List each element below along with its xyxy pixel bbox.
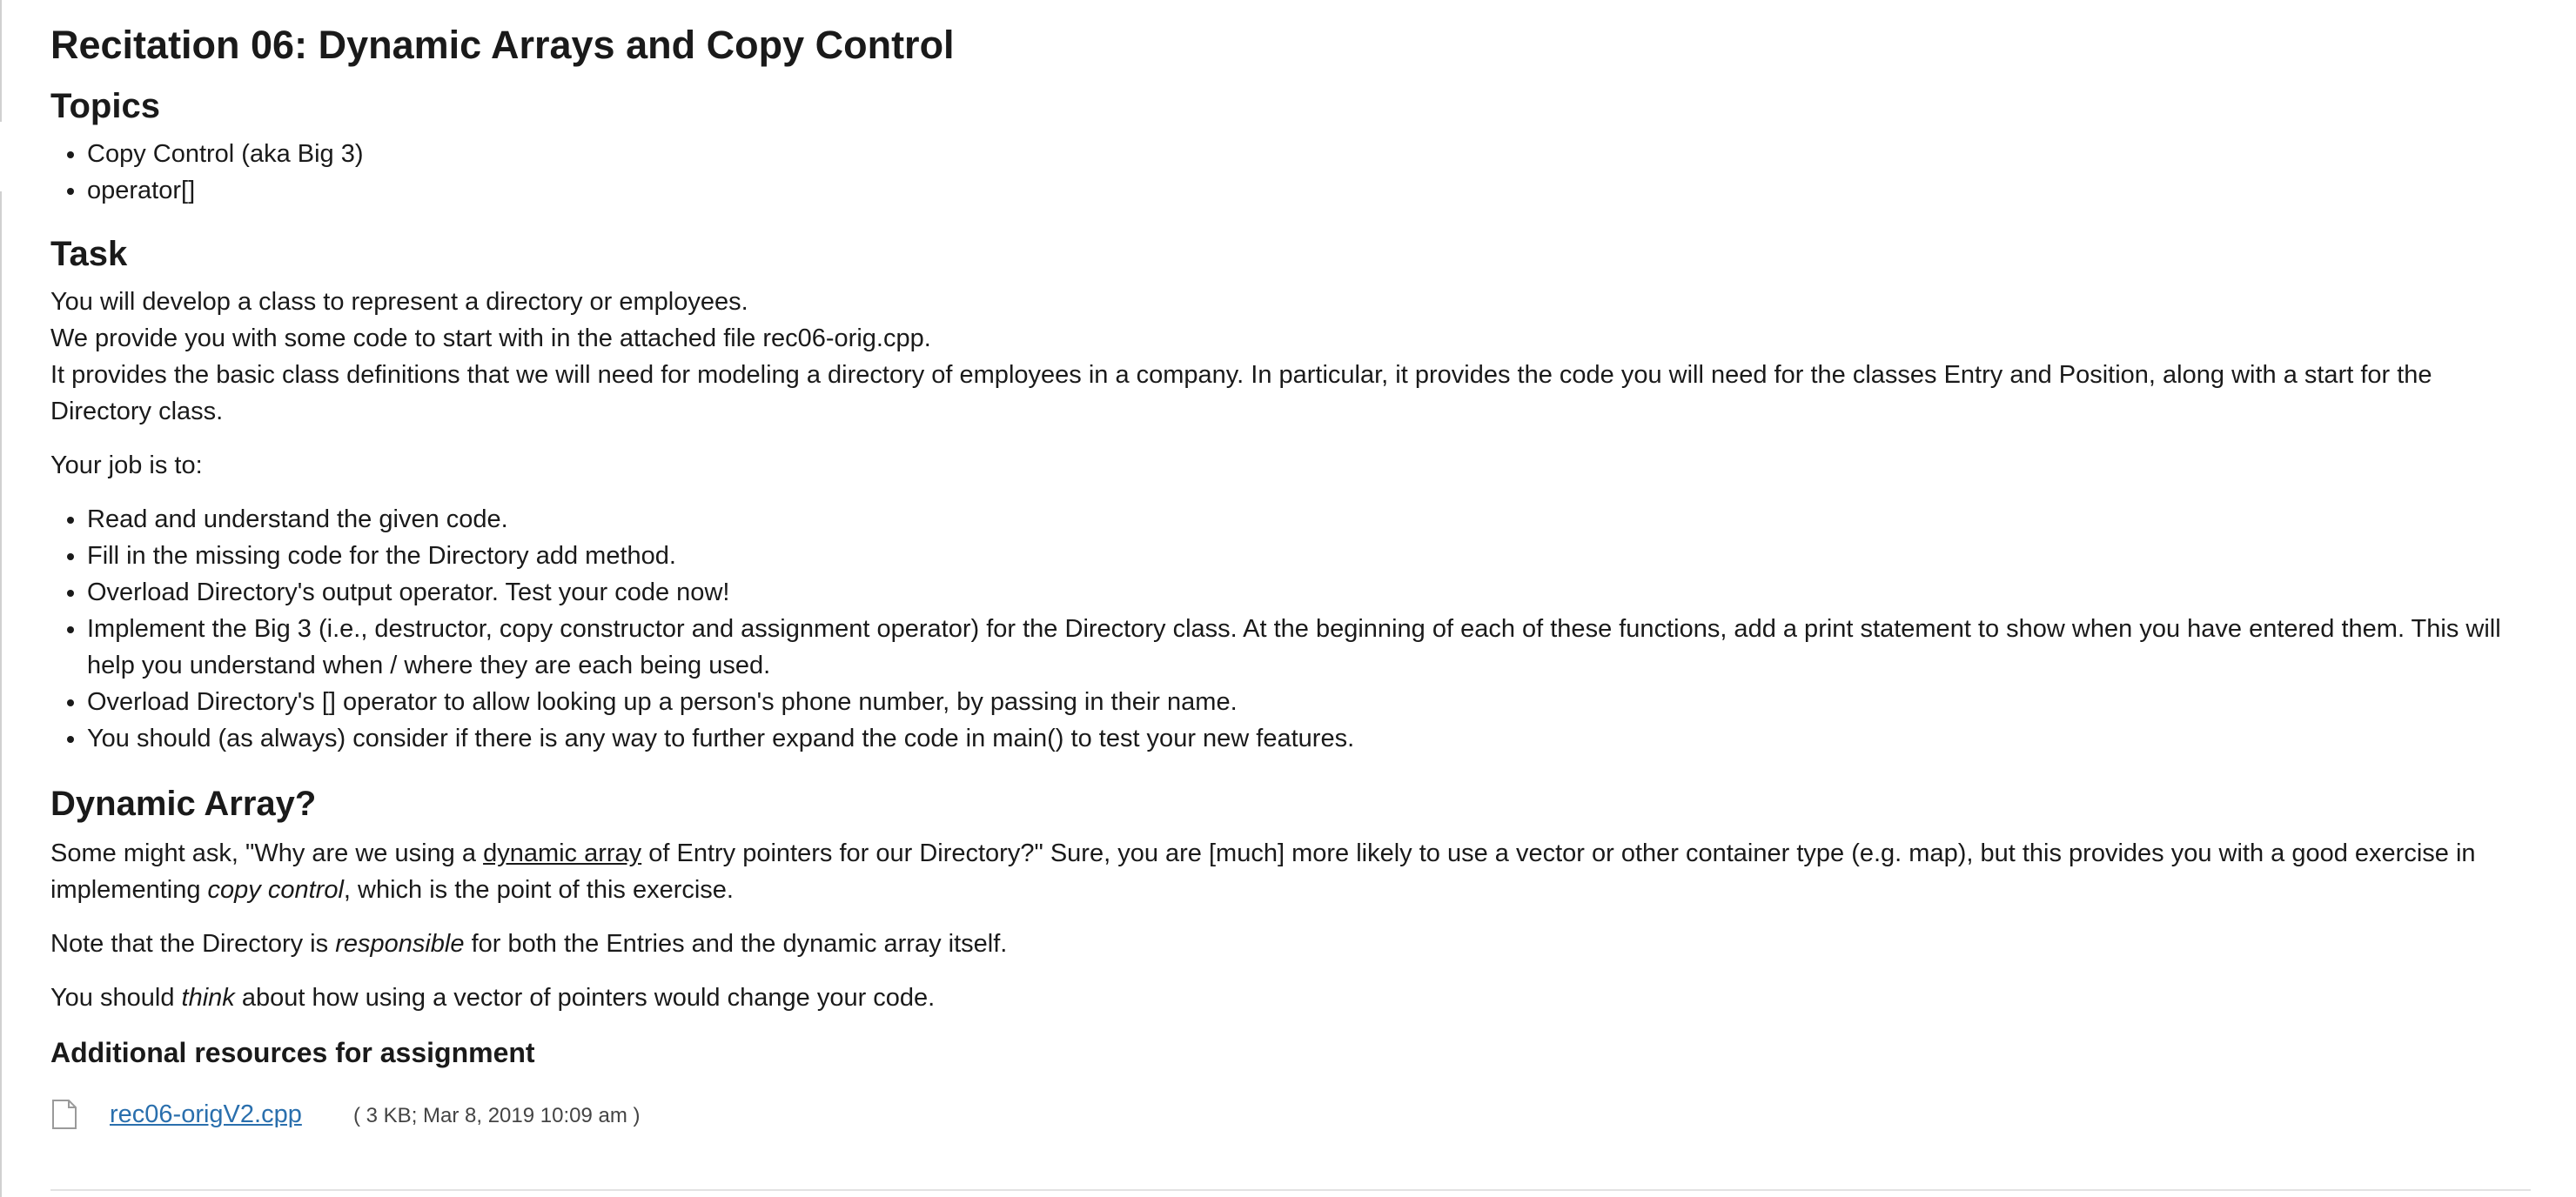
left-border-bottom (0, 191, 2, 1197)
task-intro-line: We provide you with some code to start w… (50, 324, 931, 352)
paragraph-text: You should (50, 984, 182, 1012)
responsibility-paragraph: Note that the Directory is responsible f… (50, 926, 2531, 962)
list-item: Overload Directory's [] operator to allo… (87, 684, 2531, 720)
paragraph-text: Some might ask, "Why are we using a (50, 839, 484, 867)
resources-heading: Additional resources for assignment (50, 1037, 535, 1068)
dynamic-array-heading: Dynamic Array? (50, 785, 317, 823)
emphasis-text: responsible (335, 930, 465, 958)
dynamic-array-paragraph: Some might ask, "Why are we using a dyna… (50, 835, 2531, 908)
attachment-item: rec06-origV2.cpp ( 3 KB; Mar 8, 2019 10:… (50, 1096, 2531, 1134)
emphasis-text: copy control (207, 876, 344, 904)
task-intro-line: You will develop a class to represent a … (50, 288, 748, 316)
dynamic-array-link[interactable]: dynamic array (483, 839, 641, 867)
file-icon (52, 1100, 77, 1129)
emphasis-text: think (181, 984, 235, 1012)
task-intro-line: It provides the basic class definitions … (50, 361, 2432, 425)
topics-heading: Topics (50, 87, 160, 125)
task-intro: You will develop a class to represent a … (50, 284, 2531, 430)
list-item: Overload Directory's output operator. Te… (87, 574, 2531, 611)
left-border-top (0, 0, 2, 122)
topics-list: Copy Control (aka Big 3) operator[] (50, 136, 2531, 209)
think-paragraph: You should think about how using a vecto… (50, 980, 2531, 1016)
list-item: Implement the Big 3 (i.e., destructor, c… (87, 611, 2531, 684)
page-title: Recitation 06: Dynamic Arrays and Copy C… (50, 23, 955, 67)
paragraph-text: , which is the point of this exercise. (343, 876, 734, 904)
paragraph-text: about how using a vector of pointers wou… (234, 984, 936, 1012)
list-item: You should (as always) consider if there… (87, 720, 2531, 757)
list-item: Copy Control (aka Big 3) (87, 136, 2531, 172)
jobs-list: Read and understand the given code. Fill… (50, 501, 2531, 757)
attachment-link[interactable]: rec06-origV2.cpp (110, 1096, 302, 1133)
list-item: operator[] (87, 172, 2531, 209)
list-item: Fill in the missing code for the Directo… (87, 538, 2531, 574)
task-heading: Task (50, 235, 128, 273)
list-item: Read and understand the given code. (87, 501, 2531, 538)
assignment-content: Recitation 06: Dynamic Arrays and Copy C… (50, 19, 2531, 1134)
attachment-meta: ( 3 KB; Mar 8, 2019 10:09 am ) (353, 1104, 641, 1127)
bottom-divider (50, 1189, 2531, 1191)
paragraph-text: Note that the Directory is (50, 930, 336, 958)
job-intro: Your job is to: (50, 451, 203, 479)
paragraph-text: for both the Entries and the dynamic arr… (464, 930, 1008, 958)
